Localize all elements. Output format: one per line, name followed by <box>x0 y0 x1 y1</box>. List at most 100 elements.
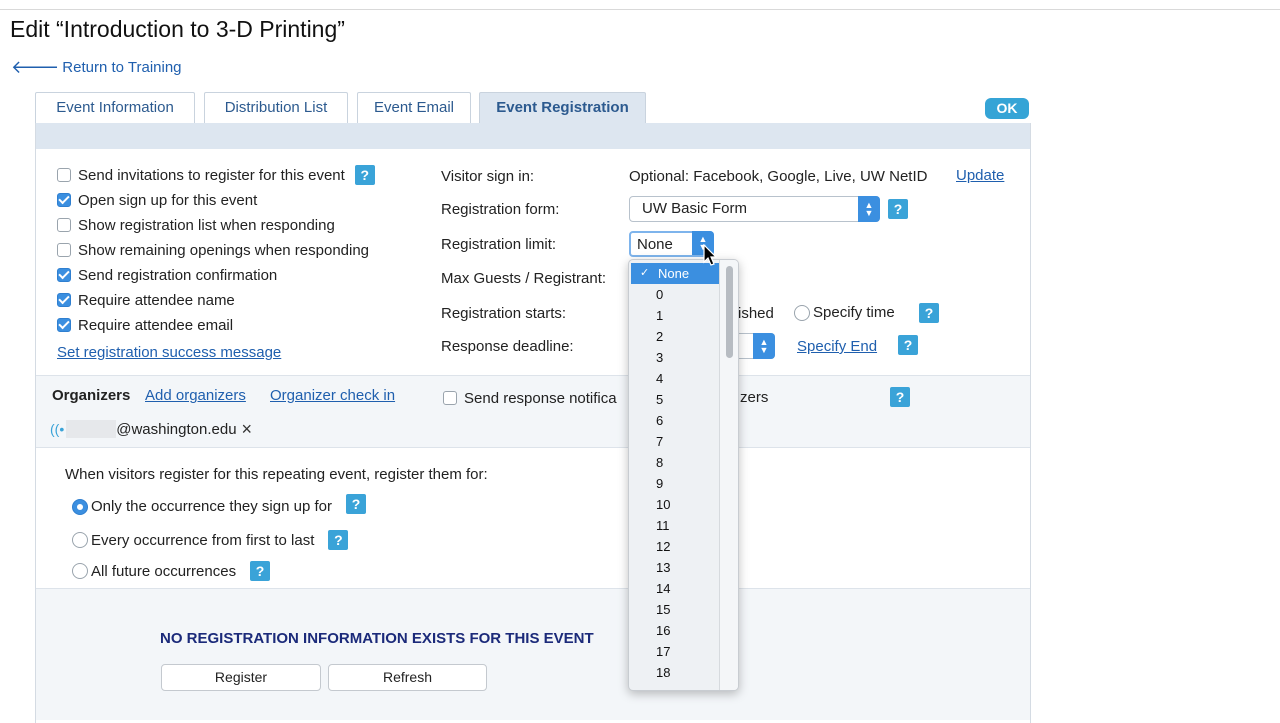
help-icon[interactable]: ? <box>328 530 349 550</box>
require-email-checkbox[interactable] <box>57 318 71 332</box>
registration-form-label: Registration form: <box>441 201 560 218</box>
add-organizers-link[interactable]: Add organizers <box>145 387 246 404</box>
tab-distribution-list[interactable]: Distribution List <box>204 92 348 123</box>
close-icon[interactable]: × <box>242 419 253 440</box>
dropdown-option-label: 16 <box>656 623 671 638</box>
require-name-option[interactable]: Require attendee name <box>57 290 235 310</box>
send-confirmation-checkbox[interactable] <box>57 268 71 282</box>
specify-time-radio[interactable] <box>794 304 810 321</box>
dropdown-option-label: 5 <box>656 392 664 407</box>
registration-limit-dropdown[interactable]: ✓ None 0 1 2 3 4 5 6 7 8 9 10 11 12 13 14 15 16 17 18 <box>628 259 739 691</box>
registration-limit-label: Registration limit: <box>441 236 557 253</box>
organizer-checkin-link[interactable]: Organizer check in <box>270 387 395 404</box>
dropdown-option[interactable]: 2 <box>629 326 720 347</box>
dropdown-option[interactable]: 10 <box>629 494 720 515</box>
send-notification-option[interactable]: Send response notifica <box>443 388 617 408</box>
dropdown-option-label: 12 <box>656 539 671 554</box>
registration-starts-partial: ished <box>738 305 774 322</box>
help-icon[interactable]: ? <box>919 303 939 323</box>
page-title: Edit “Introduction to 3-D Printing” <box>10 16 345 42</box>
help-icon[interactable]: ? <box>888 199 908 219</box>
show-remaining-checkbox[interactable] <box>57 243 71 257</box>
dropdown-option[interactable]: 3 <box>629 347 720 368</box>
require-name-checkbox[interactable] <box>57 293 71 307</box>
dropdown-option-label: 8 <box>656 455 664 470</box>
dropdown-option-label: 18 <box>656 665 671 680</box>
registration-limit-select[interactable]: None ▲ ▼ <box>629 231 714 257</box>
help-icon[interactable]: ? <box>890 387 910 407</box>
dropdown-option-label: 17 <box>656 644 671 659</box>
dropdown-scrollbar-thumb[interactable] <box>726 266 733 358</box>
send-confirmation-option[interactable]: Send registration confirmation <box>57 265 277 285</box>
success-message-link[interactable]: Set registration success message <box>57 344 281 361</box>
open-signup-label: Open sign up for this event <box>78 191 258 209</box>
send-invitations-checkbox[interactable] <box>57 168 71 182</box>
registration-info-section <box>36 589 1030 720</box>
dropdown-option[interactable]: 1 <box>629 305 720 326</box>
update-link[interactable]: Update <box>956 167 1004 184</box>
dropdown-option[interactable]: 17 <box>629 641 720 662</box>
help-icon[interactable]: ? <box>345 493 366 514</box>
send-notification-label-end: zers <box>740 389 769 406</box>
dropdown-option[interactable]: 5 <box>629 389 720 410</box>
open-signup-option[interactable]: Open sign up for this event <box>57 190 257 210</box>
show-remaining-option[interactable]: Show remaining openings when responding <box>57 240 369 260</box>
send-confirmation-label: Send registration confirmation <box>78 266 278 284</box>
dropdown-option[interactable]: 13 <box>629 557 720 578</box>
dropdown-option-label: 6 <box>656 413 664 428</box>
dropdown-option[interactable]: 0 <box>629 284 720 305</box>
open-signup-checkbox[interactable] <box>57 193 71 207</box>
registration-starts-label: Registration starts: <box>441 305 567 322</box>
require-email-option[interactable]: Require attendee email <box>57 315 233 335</box>
dropdown-option[interactable]: 8 <box>629 452 720 473</box>
repeat-radio-only[interactable] <box>72 498 88 515</box>
return-link-label: Return to Training <box>62 59 182 76</box>
dropdown-option[interactable]: 7 <box>629 431 720 452</box>
deadline-select[interactable]: ▲ ▼ <box>735 333 775 359</box>
require-name-label: Require attendee name <box>78 291 235 309</box>
dropdown-option[interactable]: 15 <box>629 599 720 620</box>
tab-event-email[interactable]: Event Email <box>357 92 471 123</box>
repeat-option-all-future[interactable]: All future occurrences ? <box>72 561 271 581</box>
tab-event-information[interactable]: Event Information <box>35 92 195 123</box>
repeat-option-every-occurrence[interactable]: Every occurrence from first to last ? <box>72 530 349 550</box>
dropdown-option[interactable]: 14 <box>629 578 720 599</box>
dropdown-option-label: 3 <box>656 350 664 365</box>
show-reg-list-checkbox[interactable] <box>57 218 71 232</box>
visitor-signin-label: Visitor sign in: <box>441 168 535 185</box>
ok-button[interactable]: OK <box>985 98 1029 119</box>
return-link[interactable]: 🡐 Return to Training <box>11 57 182 78</box>
repeat-option-label: All future occurrences <box>91 562 237 580</box>
dropdown-option[interactable]: 12 <box>629 536 720 557</box>
dropdown-option[interactable]: 18 <box>629 662 720 683</box>
specify-end-link[interactable]: Specify End <box>797 338 877 355</box>
refresh-button[interactable]: Refresh <box>328 664 487 691</box>
dropdown-option-label: 9 <box>656 476 664 491</box>
redacted-name <box>66 420 117 438</box>
registration-form-select[interactable]: UW Basic Form ▲ ▼ <box>629 196 880 222</box>
dropdown-option[interactable]: 6 <box>629 410 720 431</box>
repeat-radio-future[interactable] <box>72 563 88 579</box>
help-icon[interactable]: ? <box>354 165 375 185</box>
organizers-label: Organizers <box>52 387 131 404</box>
dropdown-option[interactable]: 9 <box>629 473 720 494</box>
mouse-pointer-icon <box>703 244 718 266</box>
send-notification-checkbox[interactable] <box>443 391 457 405</box>
send-invitations-option[interactable]: Send invitations to register for this ev… <box>57 165 375 185</box>
help-icon[interactable]: ? <box>898 335 918 355</box>
dropdown-option[interactable]: 4 <box>629 368 720 389</box>
show-reg-list-option[interactable]: Show registration list when responding <box>57 215 335 235</box>
register-button[interactable]: Register <box>161 664 321 691</box>
dropdown-option[interactable]: 16 <box>629 620 720 641</box>
dropdown-option-label: 13 <box>656 560 671 575</box>
specify-time-option[interactable]: Specify time <box>794 304 895 321</box>
tab-event-registration[interactable]: Event Registration <box>479 92 646 124</box>
show-reg-list-label: Show registration list when responding <box>78 216 335 234</box>
help-icon[interactable]: ? <box>250 561 271 581</box>
dropdown-option-label: 1 <box>656 308 664 323</box>
repeat-radio-every[interactable] <box>72 532 88 548</box>
section-divider <box>36 447 1030 448</box>
visitor-signin-value: Optional: Facebook, Google, Live, UW Net… <box>629 168 928 185</box>
repeat-option-only-occurrence[interactable]: Only the occurrence they sign up for ? <box>72 493 366 515</box>
dropdown-option[interactable]: 11 <box>629 515 720 536</box>
